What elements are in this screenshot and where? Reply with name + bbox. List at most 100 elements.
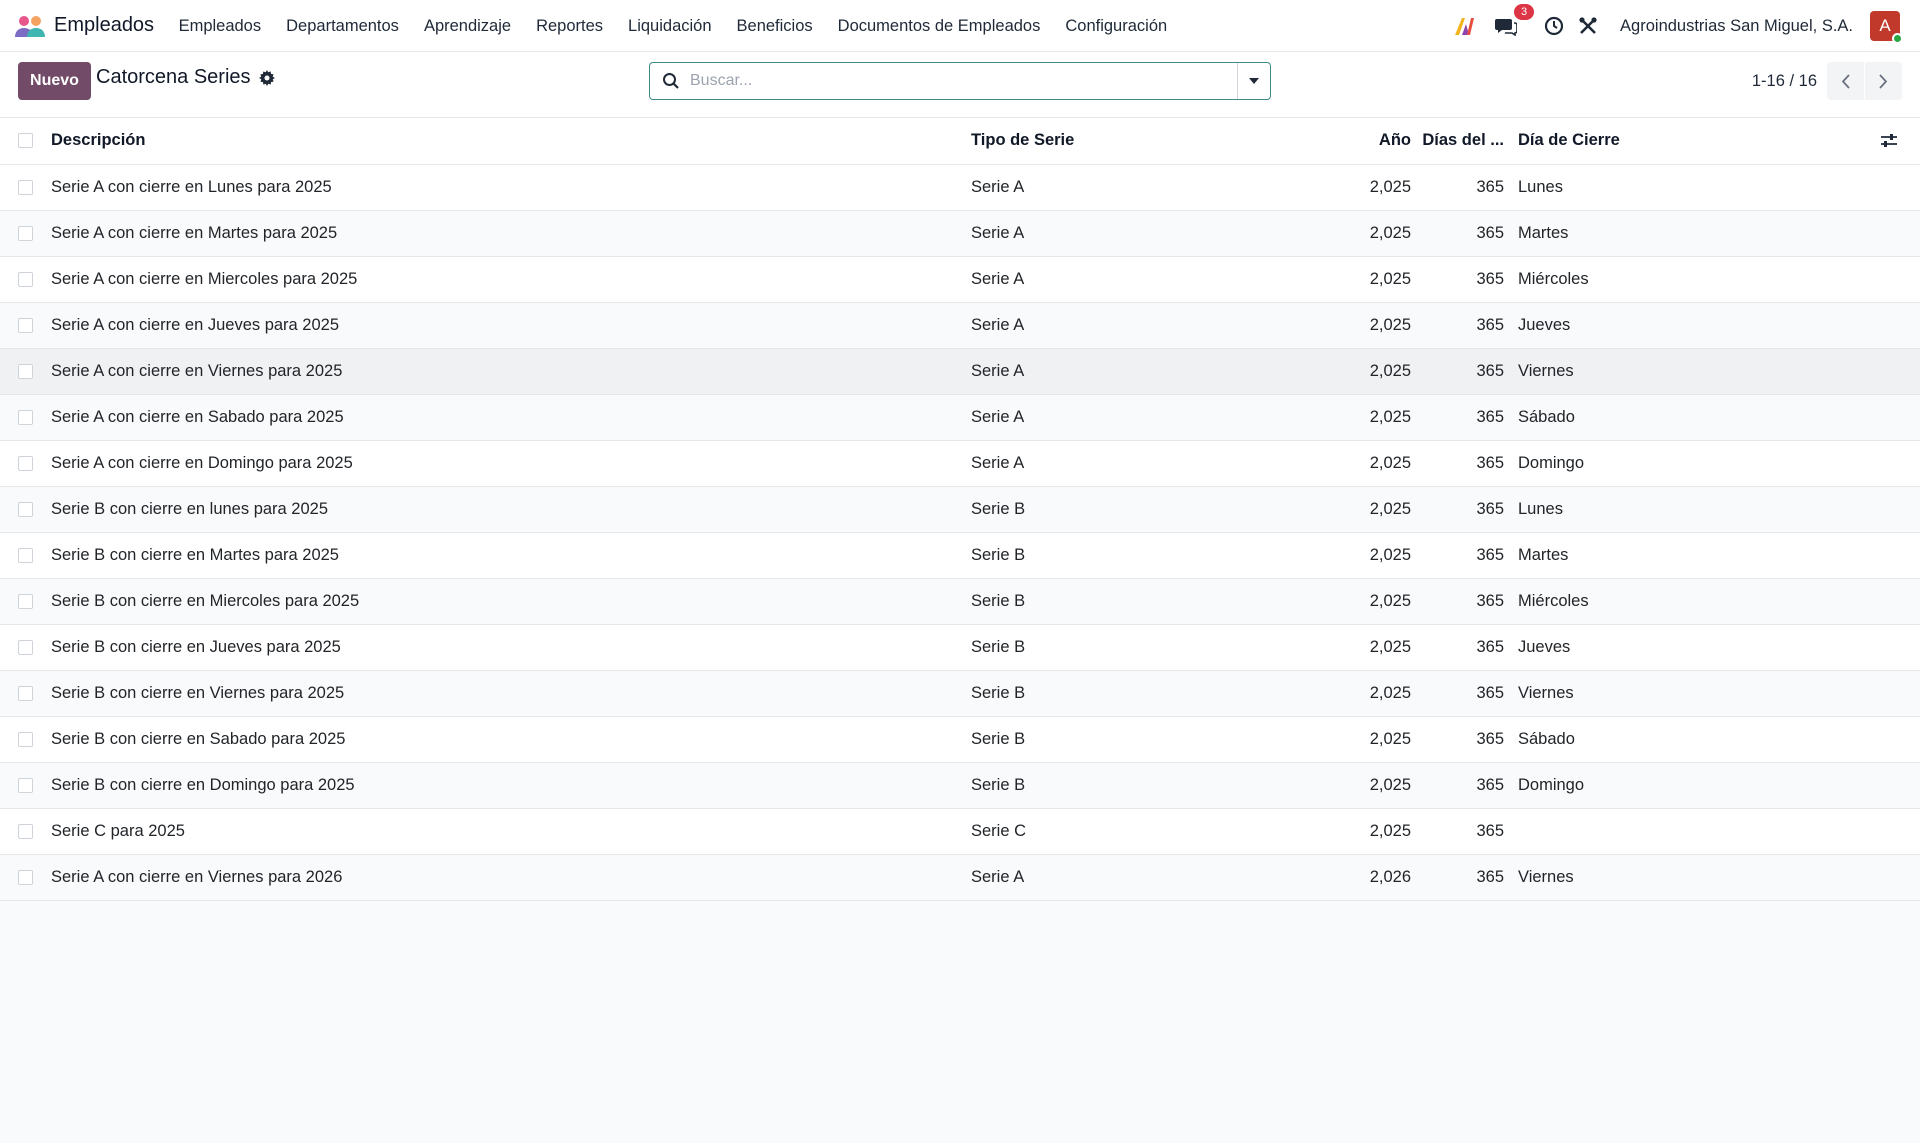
cell-dia-de-cierre: Miércoles [1514,578,1880,625]
page-title: Catorcena Series [96,66,251,88]
menu-liquidacion[interactable]: Liquidación [616,0,724,52]
activity-clock-icon[interactable] [1542,14,1566,38]
company-switcher[interactable]: Agroindustrias San Miguel, S.A. [1620,17,1853,36]
cell-dias: 365 [1421,302,1514,349]
debug-tools-icon[interactable] [1576,14,1600,38]
new-button[interactable]: Nuevo [18,62,91,100]
pager-previous-button[interactable] [1827,62,1864,100]
main-menu: Empleados Departamentos Aprendizaje Repo… [166,0,1180,52]
cell-descripcion: Serie B con cierre en Martes para 2025 [51,532,971,579]
cell-descripcion: Serie A con cierre en Lunes para 2025 [51,164,971,211]
ai-assistant-icon[interactable] [1452,14,1476,38]
search-input[interactable] [690,64,1237,98]
menu-aprendizaje[interactable]: Aprendizaje [411,0,523,52]
cell-tipo-de-serie: Serie B [971,670,1341,717]
row-checkbox[interactable] [18,777,33,793]
menu-beneficios[interactable]: Beneficios [724,0,825,52]
row-select-cell [0,716,51,763]
table-row[interactable]: Serie B con cierre en Sabado para 2025 Se… [0,716,1920,763]
cell-descripcion: Serie B con cierre en Miercoles para 202… [51,578,971,625]
row-checkbox[interactable] [18,317,33,333]
header-dia-de-cierre[interactable]: Día de Cierre [1514,118,1880,165]
table-row[interactable]: Serie B con cierre en lunes para 2025 Ser… [0,486,1920,533]
row-select-cell [0,440,51,487]
pager-value[interactable]: 1-16 / 16 [1752,72,1817,91]
app-brand[interactable]: Empleados [14,0,154,52]
user-avatar[interactable]: A [1870,11,1903,44]
table-row[interactable]: Serie A con cierre en Miercoles para 202… [0,256,1920,303]
row-checkbox[interactable] [18,455,33,471]
select-all-checkbox[interactable] [18,133,33,149]
cell-anio: 2,025 [1341,670,1421,717]
menu-departamentos[interactable]: Departamentos [274,0,412,52]
row-checkbox[interactable] [18,823,33,839]
optional-columns-sliders-icon[interactable] [1880,132,1898,150]
menu-configuracion[interactable]: Configuración [1053,0,1180,52]
table-row[interactable]: Serie A con cierre en Sabado para 2025 Se… [0,394,1920,441]
search-options-toggle[interactable] [1237,63,1270,99]
table-row[interactable]: Serie A con cierre en Jueves para 2025 Se… [0,302,1920,349]
cell-dia-de-cierre: Lunes [1514,486,1880,533]
cell-dias: 365 [1421,532,1514,579]
table-row[interactable]: Serie C para 2025 Serie C 2,025 365 [0,808,1920,855]
row-checkbox[interactable] [18,501,33,517]
row-checkbox[interactable] [18,547,33,563]
menu-reportes[interactable]: Reportes [524,0,616,52]
cell-tipo-de-serie: Serie B [971,624,1341,671]
cell-anio: 2,025 [1341,302,1421,349]
row-checkbox[interactable] [18,685,33,701]
row-select-cell [0,670,51,717]
cell-spacer [1880,716,1920,763]
cell-dias: 365 [1421,762,1514,809]
cell-descripcion: Serie B con cierre en Domingo para 2025 [51,762,971,809]
cell-descripcion: Serie A con cierre en Viernes para 2026 [51,854,971,901]
table-row[interactable]: Serie A con cierre en Martes para 2025 Se… [0,210,1920,257]
table-header-row: Descripción Tipo de Serie Año Días del .… [0,118,1920,165]
cell-dias: 365 [1421,854,1514,901]
header-anio[interactable]: Año [1341,118,1421,165]
cell-spacer [1880,762,1920,809]
cell-dia-de-cierre: Jueves [1514,302,1880,349]
cell-anio: 2,025 [1341,210,1421,257]
cell-spacer [1880,486,1920,533]
header-descripcion[interactable]: Descripción [51,118,971,165]
table-row[interactable]: Serie B con cierre en Martes para 2025 Se… [0,532,1920,579]
cell-spacer [1880,394,1920,441]
gear-icon[interactable] [258,69,275,86]
row-checkbox[interactable] [18,593,33,609]
header-dias[interactable]: Días del ... [1421,118,1514,165]
table-row[interactable]: Serie A con cierre en Viernes para 2026 S… [0,854,1920,901]
row-checkbox[interactable] [18,731,33,747]
pager-next-button[interactable] [1865,62,1902,100]
row-select-cell [0,762,51,809]
employees-app-icon [15,15,45,37]
messages-icon[interactable]: 3 [1494,4,1535,38]
menu-empleados[interactable]: Empleados [166,0,274,52]
cell-descripcion: Serie C para 2025 [51,808,971,855]
table-row[interactable]: Serie B con cierre en Miercoles para 202… [0,578,1920,625]
cell-dias: 365 [1421,670,1514,717]
row-checkbox[interactable] [18,271,33,287]
table-row[interactable]: Serie B con cierre en Viernes para 2025 S… [0,670,1920,717]
row-checkbox[interactable] [18,869,33,885]
cell-dia-de-cierre: Lunes [1514,164,1880,211]
row-checkbox[interactable] [18,639,33,655]
cell-dias: 365 [1421,210,1514,257]
table-row[interactable]: Serie A con cierre en Lunes para 2025 Ser… [0,164,1920,211]
cell-anio: 2,025 [1341,164,1421,211]
cell-tipo-de-serie: Serie A [971,348,1341,395]
cell-descripcion: Serie A con cierre en Miercoles para 202… [51,256,971,303]
row-checkbox[interactable] [18,409,33,425]
table-row[interactable]: Serie A con cierre en Domingo para 2025 S… [0,440,1920,487]
cell-tipo-de-serie: Serie B [971,532,1341,579]
row-checkbox[interactable] [18,179,33,195]
table-row[interactable]: Serie B con cierre en Domingo para 2025 S… [0,762,1920,809]
row-checkbox[interactable] [18,363,33,379]
row-select-cell [0,532,51,579]
row-checkbox[interactable] [18,225,33,241]
menu-documentos[interactable]: Documentos de Empleados [825,0,1053,52]
header-tipo-de-serie[interactable]: Tipo de Serie [971,118,1341,165]
cell-spacer [1880,624,1920,671]
table-row[interactable]: Serie A con cierre en Viernes para 2025 S… [0,348,1920,395]
table-row[interactable]: Serie B con cierre en Jueves para 2025 Se… [0,624,1920,671]
